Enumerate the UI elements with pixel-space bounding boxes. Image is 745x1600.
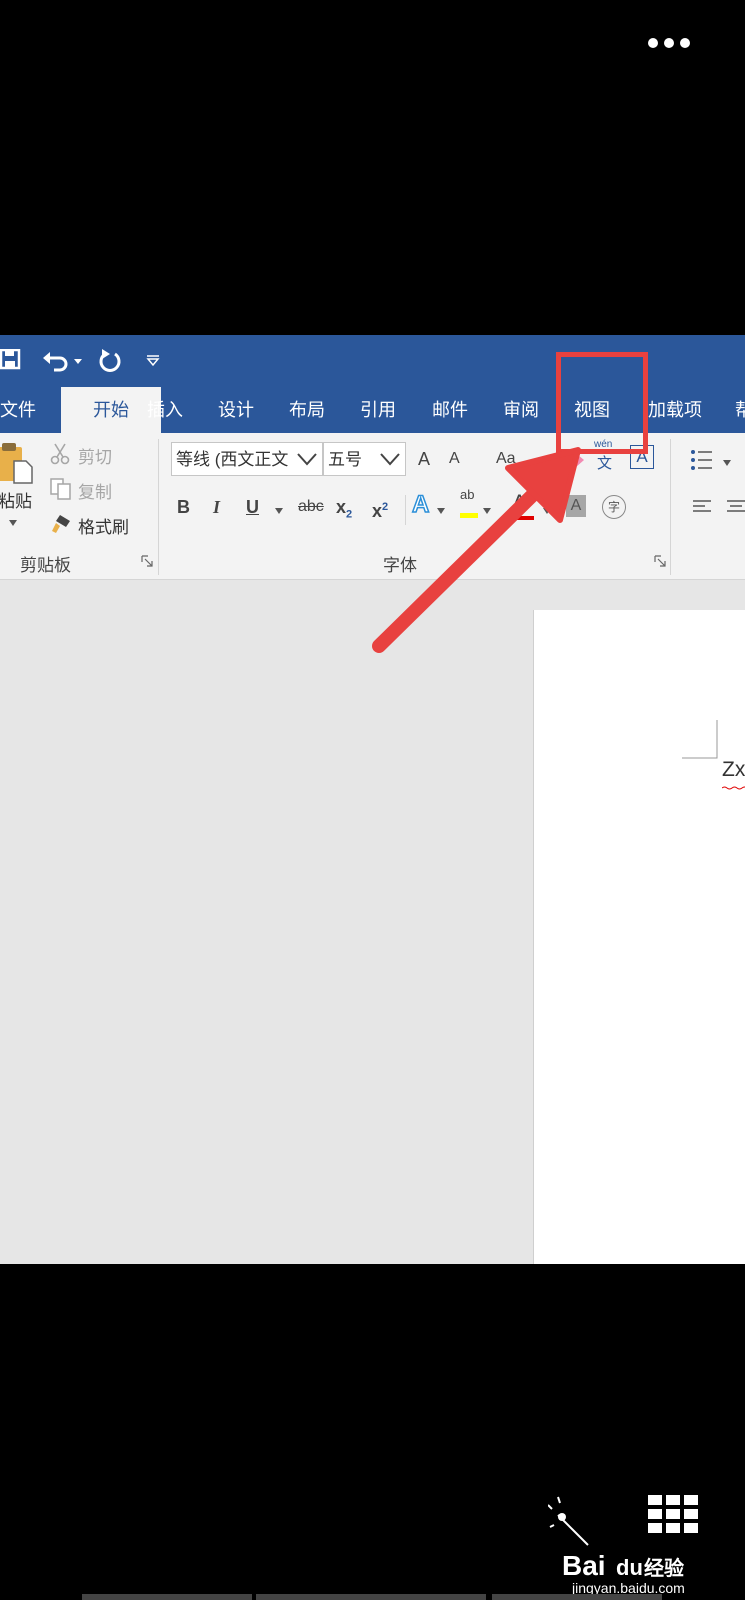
- superscript-x: x: [372, 501, 383, 521]
- font-name-value: 等线 (西文正文: [176, 450, 289, 469]
- font-size-combo[interactable]: 五号: [323, 442, 406, 476]
- group-divider: [405, 495, 406, 525]
- copy-icon[interactable]: [50, 478, 72, 500]
- change-case-button[interactable]: Aa: [496, 447, 516, 471]
- grow-font-button[interactable]: A: [418, 447, 430, 471]
- font-name-combo[interactable]: 等线 (西文正文: [171, 442, 323, 476]
- bottom-handle: [256, 1594, 486, 1600]
- format-painter-button[interactable]: 格式刷: [78, 513, 129, 538]
- cut-icon[interactable]: [50, 443, 70, 465]
- cut-button[interactable]: 剪切: [78, 443, 112, 468]
- highlight-box: [556, 352, 648, 454]
- font-size-value: 五号: [328, 450, 362, 469]
- bullets-icon[interactable]: [690, 449, 714, 471]
- document-text[interactable]: Zx: [722, 758, 745, 782]
- text-effects-button[interactable]: A: [411, 492, 430, 518]
- phonetic-guide-bottom[interactable]: 文: [597, 452, 612, 473]
- spellcheck-squiggle: [722, 786, 745, 790]
- underline-button[interactable]: U: [246, 495, 259, 519]
- group-divider: [158, 439, 159, 575]
- align-left-icon[interactable]: [692, 499, 712, 515]
- format-painter-icon[interactable]: [50, 513, 72, 535]
- char-shading-button[interactable]: A: [566, 495, 586, 517]
- baidu-jingyan-text: 经验: [644, 1556, 684, 1580]
- subscript-x: x: [336, 497, 347, 517]
- tab-review[interactable]: 审阅: [489, 387, 553, 433]
- font-color-swatch: [510, 516, 534, 520]
- save-icon[interactable]: [0, 349, 22, 371]
- bottom-handle: [82, 1594, 252, 1600]
- bullets-dropdown-icon[interactable]: [722, 459, 732, 467]
- subscript-button[interactable]: x2: [336, 495, 352, 527]
- superscript-mark: 2: [382, 501, 389, 513]
- paste-icon[interactable]: [0, 441, 34, 485]
- bold-button[interactable]: B: [177, 495, 190, 519]
- highlight-color-swatch: [460, 513, 478, 518]
- superscript-button[interactable]: x2: [372, 495, 388, 523]
- tab-design[interactable]: 设计: [204, 387, 268, 433]
- paste-button-label[interactable]: 粘贴: [0, 487, 32, 512]
- margin-corner-mark: [682, 720, 718, 759]
- align-center-icon[interactable]: [726, 499, 745, 515]
- redo-icon[interactable]: [98, 347, 122, 373]
- font-launcher-icon[interactable]: [654, 555, 666, 567]
- chevron-down-icon[interactable]: [379, 449, 401, 469]
- shrink-font-button[interactable]: A: [449, 447, 460, 471]
- font-group: 等线 (西文正文 五号 A A Aa wén 文 A B I U abc x2 …: [160, 433, 670, 579]
- more-dots-icon[interactable]: [648, 38, 692, 52]
- strikethrough-button[interactable]: abc: [298, 495, 324, 519]
- tab-references[interactable]: 引用: [346, 387, 410, 433]
- highlight-dropdown-icon[interactable]: [482, 507, 492, 515]
- clipboard-group-label: 剪贴板: [20, 556, 71, 575]
- customize-qat-icon[interactable]: [146, 355, 160, 367]
- enclose-char-button[interactable]: 字: [602, 495, 626, 519]
- document-page[interactable]: Zx: [533, 610, 745, 1264]
- highlight-text-button[interactable]: ab: [460, 487, 474, 502]
- ribbon-home: 粘贴 剪切 复制 格式刷 剪贴板 等线 (西文正文 五号 A A Aa wén …: [0, 433, 745, 580]
- tab-insert[interactable]: 插入: [133, 387, 197, 433]
- italic-button[interactable]: I: [213, 495, 220, 519]
- text-effects-dropdown-icon[interactable]: [436, 507, 446, 515]
- chevron-down-icon[interactable]: [296, 449, 318, 469]
- font-group-label: 字体: [383, 556, 417, 575]
- underline-dropdown-icon[interactable]: [274, 507, 284, 515]
- tab-mailings[interactable]: 邮件: [418, 387, 482, 433]
- paragraph-group: [672, 433, 745, 579]
- font-color-dropdown-icon[interactable]: [542, 507, 552, 515]
- bottom-handle: [492, 1594, 662, 1600]
- tab-file[interactable]: 文件: [0, 387, 50, 433]
- tab-layout[interactable]: 布局: [275, 387, 339, 433]
- paste-dropdown-icon[interactable]: [8, 519, 18, 527]
- clipboard-launcher-icon[interactable]: [141, 555, 153, 567]
- undo-icon[interactable]: [42, 349, 84, 373]
- baidu-du-text: du: [616, 1555, 643, 1580]
- word-window: 文件 开始 插入 设计 布局 引用 邮件 审阅 视图 加载项 帮 粘贴 剪切 复…: [0, 335, 745, 1264]
- tab-help[interactable]: 帮: [721, 387, 745, 433]
- group-divider: [670, 439, 671, 575]
- copy-button[interactable]: 复制: [78, 478, 112, 503]
- clipboard-group: 粘贴 剪切 复制 格式刷 剪贴板: [0, 433, 160, 579]
- subscript-mark: 2: [346, 508, 353, 521]
- baidu-brand-text: Bai: [562, 1550, 606, 1581]
- font-color-button[interactable]: A: [512, 491, 527, 515]
